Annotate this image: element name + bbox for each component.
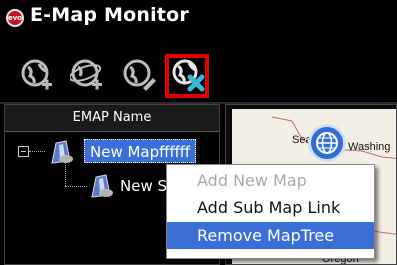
add-sub-map-button[interactable] — [64, 54, 108, 98]
menu-item-add-new-map[interactable]: Add New Map — [167, 167, 374, 194]
edit-map-icon — [123, 59, 156, 91]
menu-item-label: Add Sub Map Link — [197, 198, 341, 217]
map-node-icon — [51, 140, 73, 164]
tree-connector — [65, 162, 66, 186]
app-logo-icon: evo — [6, 9, 24, 27]
menu-item-remove-maptree[interactable]: Remove MapTree — [167, 222, 374, 249]
add-map-button[interactable] — [14, 54, 58, 98]
map-label-washington: Washing — [348, 141, 391, 153]
context-menu: Add New Map Add Sub Map Link Remove MapT… — [166, 164, 375, 259]
menu-item-label: Remove MapTree — [197, 226, 335, 245]
globe-icon[interactable] — [308, 124, 346, 162]
sub-map-node-icon — [91, 174, 113, 198]
window-title: E-Map Monitor — [30, 4, 189, 26]
title-bar: evo E-Map Monitor — [0, 0, 397, 48]
add-map-icon — [21, 59, 52, 90]
menu-item-add-sub-map-link[interactable]: Add Sub Map Link — [167, 194, 374, 221]
menu-item-label: Add New Map — [197, 171, 307, 190]
tree-node-root[interactable]: New Mapffffff — [84, 139, 197, 163]
edit-map-button[interactable] — [116, 54, 160, 98]
collapse-toggle[interactable] — [18, 146, 29, 157]
tree-connector — [65, 186, 87, 187]
remove-map-button[interactable] — [165, 54, 209, 98]
column-header-emap-name[interactable]: EMAP Name — [5, 105, 219, 132]
remove-map-icon — [172, 59, 205, 92]
toolbar — [0, 48, 397, 102]
tree-node-child[interactable]: New S — [120, 174, 167, 198]
add-sub-map-icon — [70, 59, 102, 90]
tree-connector — [29, 151, 45, 152]
